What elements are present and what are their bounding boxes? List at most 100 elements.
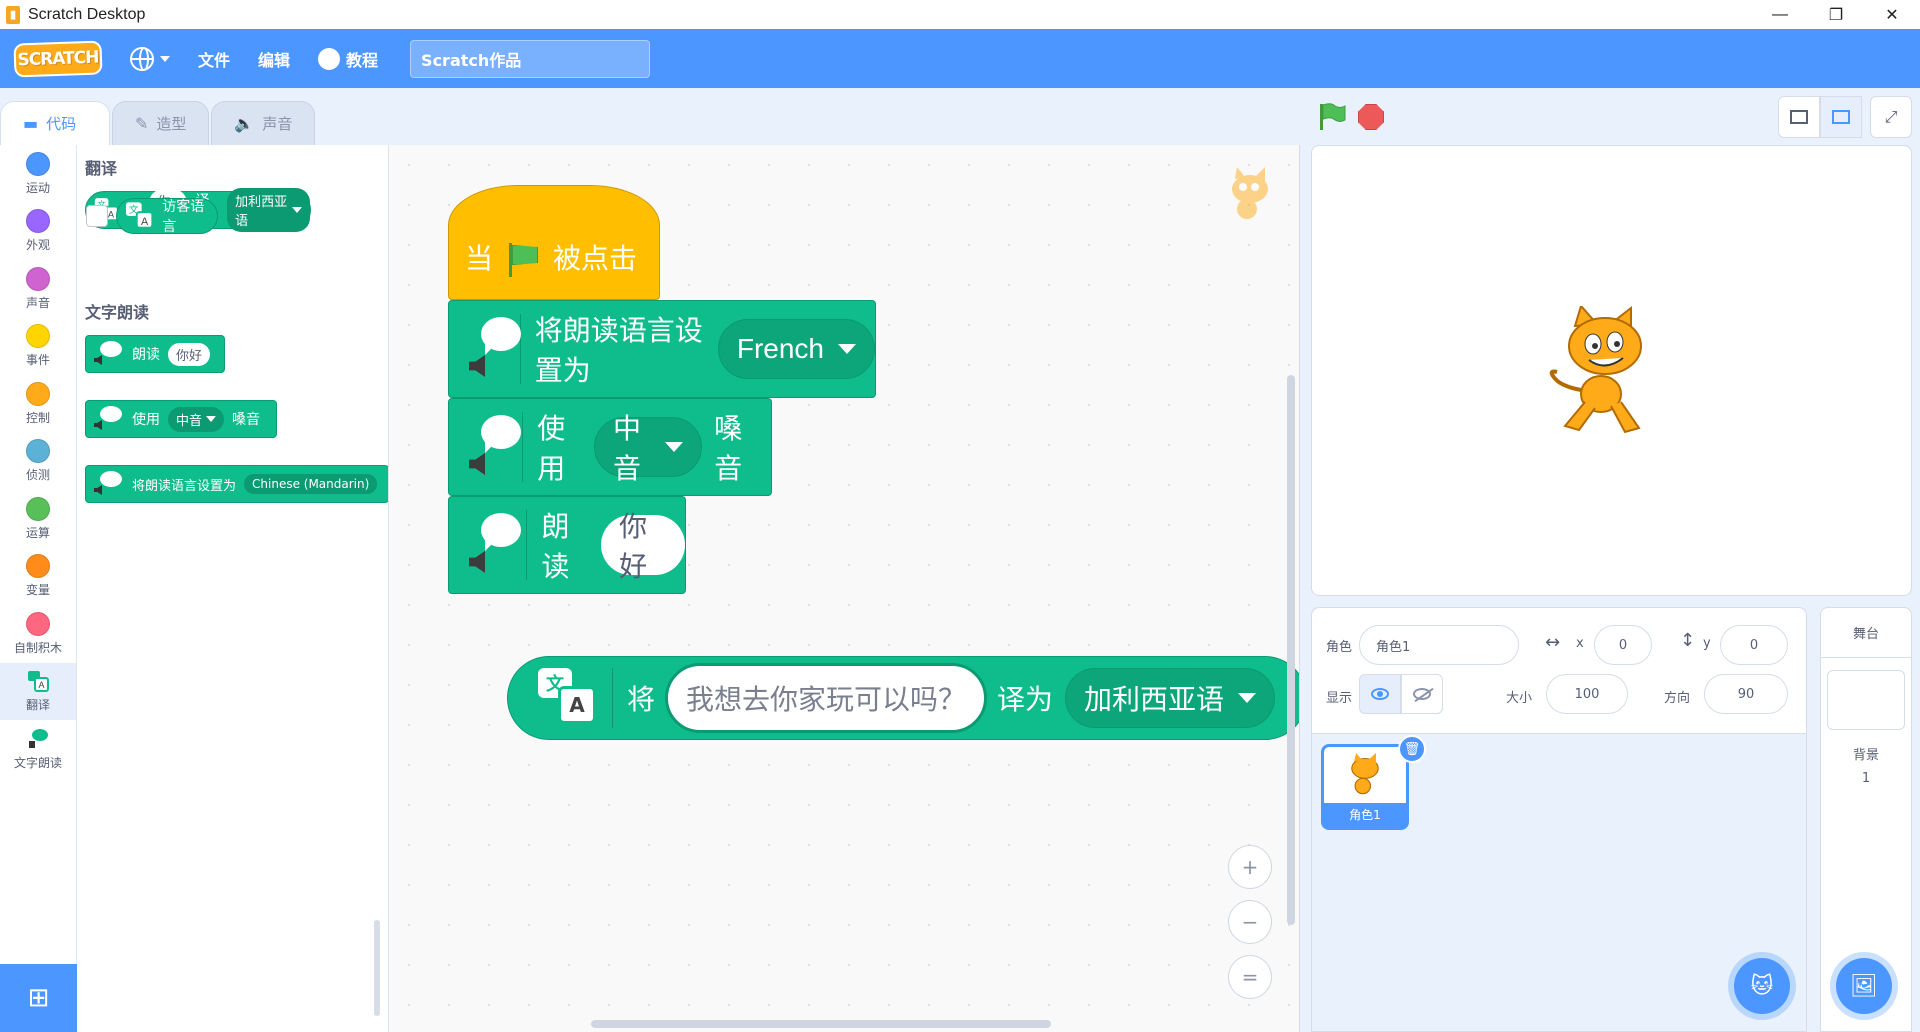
block-language-dropdown[interactable]: Chinese (Mandarin) <box>244 474 378 494</box>
category-translate[interactable]: A 翻译 <box>0 662 76 720</box>
delete-sprite-button[interactable]: 🗑 <box>1398 735 1426 763</box>
block-voice-dropdown[interactable]: 中音 <box>168 406 225 432</box>
stage-size-controls: ⤢ <box>1778 96 1912 138</box>
project-title-input[interactable]: Scratch作品 <box>410 39 651 78</box>
workspace-horizontal-scrollbar[interactable] <box>591 1020 1051 1028</box>
voice-dropdown[interactable]: 中音 <box>594 412 703 485</box>
lightbulb-icon <box>318 47 341 70</box>
category-dot <box>26 324 50 349</box>
translate-reporter-block[interactable]: 文A 将 我想去你家玩可以吗？ 译为 加利西亚语 <box>507 656 1299 740</box>
y-position-input[interactable]: 0 <box>1720 625 1788 665</box>
file-menu[interactable]: 文件 <box>198 47 230 71</box>
minimize-button[interactable]: — <box>1752 0 1808 29</box>
palette-block-speak[interactable]: 朗读 你好 <box>85 335 225 373</box>
size-label: 大小 <box>1506 691 1533 706</box>
add-sprite-button[interactable]: 🐱 <box>1734 958 1790 1014</box>
stage-canvas[interactable] <box>1311 145 1912 596</box>
category-sound[interactable]: 声音 <box>0 260 76 318</box>
palette-heading-tts: 文字朗读 <box>85 303 150 322</box>
speech-icon <box>94 339 124 369</box>
category-variables[interactable]: 变量 <box>0 548 76 606</box>
chevron-down-icon <box>206 416 217 422</box>
zoom-out-button[interactable]: − <box>1228 900 1272 944</box>
large-stage-button[interactable] <box>1820 96 1862 138</box>
set-speech-language-block[interactable]: 将朗读语言设置为 French <box>448 300 876 398</box>
maximize-button[interactable]: ❐ <box>1808 0 1864 29</box>
tutorials-menu[interactable]: 教程 <box>318 47 378 71</box>
tab-code[interactable]: ▬ 代码 <box>0 101 110 145</box>
palette-scrollbar[interactable] <box>374 920 380 1016</box>
category-dot <box>26 554 50 579</box>
scratch-logo[interactable]: SCRATCH <box>13 39 103 78</box>
category-control[interactable]: 控制 <box>0 375 76 433</box>
close-button[interactable]: ✕ <box>1864 0 1920 29</box>
when-flag-clicked-block[interactable]: 当 被点击 <box>448 185 660 300</box>
visitor-language-checkbox[interactable] <box>86 205 108 227</box>
tab-sounds[interactable]: 🔈 声音 <box>211 101 316 145</box>
add-extension-button[interactable]: ⊞ <box>0 964 77 1032</box>
svg-text:A: A <box>38 680 44 690</box>
language-menu[interactable] <box>130 46 170 71</box>
palette-heading-translate: 翻译 <box>85 159 118 178</box>
editor-tabs: ▬ 代码 ✎ 造型 🔈 声音 <box>0 101 316 145</box>
block-text-input[interactable]: 你好 <box>168 342 211 366</box>
workspace-vertical-scrollbar[interactable] <box>1287 375 1295 925</box>
x-position-input[interactable]: 0 <box>1594 625 1652 665</box>
stage-selector[interactable]: 舞台 背景 1 🖼 <box>1820 607 1912 1032</box>
palette-block-visitor-language[interactable]: 文A 访客语言 <box>116 198 218 235</box>
palette-block-set-voice[interactable]: 使用 中音 嗓音 <box>85 400 277 438</box>
speak-block[interactable]: 朗读 你好 <box>448 496 686 594</box>
sprite-name-input[interactable]: 角色1 <box>1359 625 1519 665</box>
palette-block-set-language[interactable]: 将朗读语言设置为 Chinese (Mandarin) <box>85 465 388 503</box>
block-word: 译为 <box>997 683 1054 716</box>
category-events[interactable]: 事件 <box>0 318 76 376</box>
category-label: 控制 <box>25 410 50 425</box>
speech-language-dropdown[interactable]: French <box>717 319 875 379</box>
visibility-toggle <box>1359 674 1443 714</box>
category-sensing[interactable]: 侦测 <box>0 433 76 491</box>
zoom-in-button[interactable]: + <box>1228 845 1272 889</box>
category-looks[interactable]: 外观 <box>0 203 76 261</box>
tab-costumes-label: 造型 <box>156 115 187 133</box>
fullscreen-button[interactable]: ⤢ <box>1870 96 1912 138</box>
category-my-blocks[interactable]: 自制积木 <box>0 605 76 663</box>
translate-icon: 文A <box>125 202 154 229</box>
block-word: 当 <box>465 242 494 275</box>
window-titlebar: ▮ Scratch Desktop — ❐ ✕ <box>0 0 1920 29</box>
tab-costumes[interactable]: ✎ 造型 <box>112 101 210 145</box>
svg-text:A: A <box>108 210 115 220</box>
show-sprite-button[interactable] <box>1359 674 1401 714</box>
sprite-tile[interactable]: 角色1 🗑 <box>1321 735 1426 830</box>
stage-selector-title: 舞台 <box>1821 608 1911 658</box>
chevron-down-icon <box>838 344 856 354</box>
trash-icon: 🗑 <box>1403 741 1421 757</box>
hide-sprite-button[interactable] <box>1401 674 1443 714</box>
speak-text-input[interactable]: 你好 <box>601 510 685 583</box>
fullscreen-icon: ⤢ <box>1884 107 1898 126</box>
translate-text-input[interactable]: 我想去你家玩可以吗？ <box>665 663 988 733</box>
edit-menu[interactable]: 编辑 <box>258 47 290 71</box>
script-workspace[interactable]: 当 被点击 将朗读语言设置为 French 使用 中音 嗓音 朗读 你好 文 A… <box>389 145 1300 1032</box>
block-word: 嗓音 <box>714 412 743 485</box>
direction-input[interactable]: 90 <box>1704 674 1788 714</box>
block-word: 使用 <box>132 412 160 428</box>
translate-icon: 文A <box>538 668 598 728</box>
stop-icon[interactable] <box>1358 104 1384 130</box>
dropdown-value: 中音 <box>176 413 203 429</box>
category-text-to-speech[interactable]: 文字朗读 <box>0 720 76 778</box>
zoom-reset-button[interactable]: = <box>1228 955 1272 999</box>
block-language-dropdown[interactable]: 加利西亚语 <box>227 188 310 232</box>
category-menu: 运动 外观 声音 事件 控制 侦测 运算 变量 自制积木 A 翻译 文字朗读 ⊞ <box>0 145 77 1032</box>
size-input[interactable]: 100 <box>1546 674 1628 714</box>
add-backdrop-button[interactable]: 🖼 <box>1836 958 1892 1014</box>
scratch-cat-sprite[interactable] <box>1545 306 1665 436</box>
green-flag-icon[interactable] <box>1317 102 1347 132</box>
category-motion[interactable]: 运动 <box>0 145 76 203</box>
target-language-dropdown[interactable]: 加利西亚语 <box>1065 668 1276 728</box>
category-label: 外观 <box>25 238 50 253</box>
small-stage-button[interactable] <box>1778 96 1820 138</box>
sprite-name-label: 角色 <box>1326 640 1353 655</box>
category-operators[interactable]: 运算 <box>0 490 76 548</box>
category-label: 文字朗读 <box>13 755 62 770</box>
set-voice-block[interactable]: 使用 中音 嗓音 <box>448 398 772 496</box>
